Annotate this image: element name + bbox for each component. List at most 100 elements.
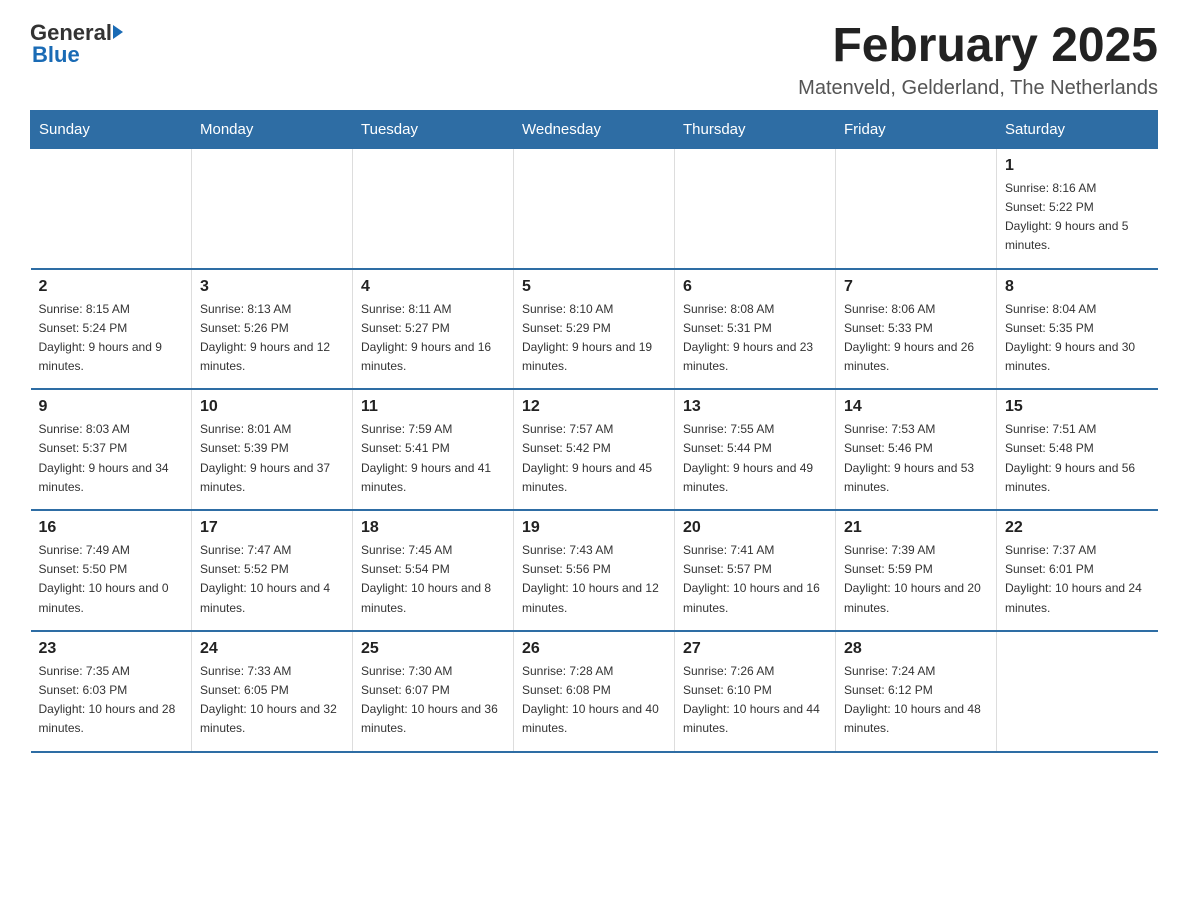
day-number: 1 bbox=[1005, 157, 1150, 175]
day-number: 8 bbox=[1005, 278, 1150, 296]
calendar-day-cell bbox=[514, 148, 675, 268]
calendar-day-cell: 9 Sunrise: 8:03 AM Sunset: 5:37 PM Daylig… bbox=[31, 389, 192, 510]
day-number: 22 bbox=[1005, 519, 1150, 537]
day-info: Sunrise: 8:03 AM Sunset: 5:37 PM Dayligh… bbox=[39, 420, 184, 497]
calendar-day-cell bbox=[997, 631, 1158, 752]
calendar-day-cell: 15Sunrise: 7:51 AM Sunset: 5:48 PM Dayli… bbox=[997, 389, 1158, 510]
day-info: Sunrise: 8:01 AM Sunset: 5:39 PM Dayligh… bbox=[200, 420, 344, 497]
title-block: February 2025 Matenveld, Gelderland, The… bbox=[798, 20, 1158, 100]
day-info: Sunrise: 7:49 AM Sunset: 5:50 PM Dayligh… bbox=[39, 541, 184, 618]
calendar-day-cell: 10Sunrise: 8:01 AM Sunset: 5:39 PM Dayli… bbox=[192, 389, 353, 510]
calendar-day-cell: 26 Sunrise: 7:28 AM Sunset: 6:08 PM Dayli… bbox=[514, 631, 675, 752]
day-info: Sunrise: 7:53 AM Sunset: 5:46 PM Dayligh… bbox=[844, 420, 988, 497]
day-info: Sunrise: 7:30 AM Sunset: 6:07 PM Dayligh… bbox=[361, 662, 505, 739]
calendar-day-cell: 8 Sunrise: 8:04 AM Sunset: 5:35 PM Daylig… bbox=[997, 269, 1158, 390]
day-number: 5 bbox=[522, 278, 666, 296]
day-info: Sunrise: 7:33 AM Sunset: 6:05 PM Dayligh… bbox=[200, 662, 344, 739]
calendar-day-cell bbox=[836, 148, 997, 268]
day-info: Sunrise: 7:55 AM Sunset: 5:44 PM Dayligh… bbox=[683, 420, 827, 497]
day-info: Sunrise: 7:43 AM Sunset: 5:56 PM Dayligh… bbox=[522, 541, 666, 618]
day-info: Sunrise: 8:08 AM Sunset: 5:31 PM Dayligh… bbox=[683, 300, 827, 377]
day-number: 12 bbox=[522, 398, 666, 416]
day-info: Sunrise: 8:16 AM Sunset: 5:22 PM Dayligh… bbox=[1005, 179, 1150, 256]
calendar-body: 1 Sunrise: 8:16 AM Sunset: 5:22 PM Daylig… bbox=[31, 148, 1158, 751]
day-number: 27 bbox=[683, 640, 827, 658]
calendar-day-cell: 3 Sunrise: 8:13 AM Sunset: 5:26 PM Daylig… bbox=[192, 269, 353, 390]
day-number: 14 bbox=[844, 398, 988, 416]
calendar-day-cell: 22Sunrise: 7:37 AM Sunset: 6:01 PM Dayli… bbox=[997, 510, 1158, 631]
calendar-day-cell bbox=[353, 148, 514, 268]
header-saturday: Saturday bbox=[997, 110, 1158, 148]
calendar-day-cell bbox=[675, 148, 836, 268]
day-number: 3 bbox=[200, 278, 344, 296]
calendar-day-cell: 21 Sunrise: 7:39 AM Sunset: 5:59 PM Dayli… bbox=[836, 510, 997, 631]
calendar-day-cell: 5 Sunrise: 8:10 AM Sunset: 5:29 PM Daylig… bbox=[514, 269, 675, 390]
day-info: Sunrise: 7:39 AM Sunset: 5:59 PM Dayligh… bbox=[844, 541, 988, 618]
page-title: February 2025 bbox=[798, 20, 1158, 73]
calendar-day-cell: 7 Sunrise: 8:06 AM Sunset: 5:33 PM Daylig… bbox=[836, 269, 997, 390]
day-info: Sunrise: 7:51 AM Sunset: 5:48 PM Dayligh… bbox=[1005, 420, 1150, 497]
logo-arrow-icon bbox=[113, 25, 123, 39]
calendar-day-cell: 23Sunrise: 7:35 AM Sunset: 6:03 PM Dayli… bbox=[31, 631, 192, 752]
day-number: 18 bbox=[361, 519, 505, 537]
calendar-day-cell: 13 Sunrise: 7:55 AM Sunset: 5:44 PM Dayli… bbox=[675, 389, 836, 510]
calendar-day-cell bbox=[192, 148, 353, 268]
calendar-week-row: 1 Sunrise: 8:16 AM Sunset: 5:22 PM Daylig… bbox=[31, 148, 1158, 268]
calendar-week-row: 9 Sunrise: 8:03 AM Sunset: 5:37 PM Daylig… bbox=[31, 389, 1158, 510]
day-number: 11 bbox=[361, 398, 505, 416]
calendar-week-row: 2Sunrise: 8:15 AM Sunset: 5:24 PM Daylig… bbox=[31, 269, 1158, 390]
day-info: Sunrise: 7:24 AM Sunset: 6:12 PM Dayligh… bbox=[844, 662, 988, 739]
day-number: 13 bbox=[683, 398, 827, 416]
day-info: Sunrise: 8:13 AM Sunset: 5:26 PM Dayligh… bbox=[200, 300, 344, 377]
page-subtitle: Matenveld, Gelderland, The Netherlands bbox=[798, 77, 1158, 100]
calendar-day-cell bbox=[31, 148, 192, 268]
day-number: 17 bbox=[200, 519, 344, 537]
day-number: 9 bbox=[39, 398, 184, 416]
calendar-day-cell: 6 Sunrise: 8:08 AM Sunset: 5:31 PM Daylig… bbox=[675, 269, 836, 390]
calendar-day-cell: 19 Sunrise: 7:43 AM Sunset: 5:56 PM Dayli… bbox=[514, 510, 675, 631]
calendar-day-cell: 14 Sunrise: 7:53 AM Sunset: 5:46 PM Dayli… bbox=[836, 389, 997, 510]
day-info: Sunrise: 7:57 AM Sunset: 5:42 PM Dayligh… bbox=[522, 420, 666, 497]
day-info: Sunrise: 7:47 AM Sunset: 5:52 PM Dayligh… bbox=[200, 541, 344, 618]
day-number: 20 bbox=[683, 519, 827, 537]
day-number: 6 bbox=[683, 278, 827, 296]
header-tuesday: Tuesday bbox=[353, 110, 514, 148]
day-info: Sunrise: 8:04 AM Sunset: 5:35 PM Dayligh… bbox=[1005, 300, 1150, 377]
day-info: Sunrise: 7:35 AM Sunset: 6:03 PM Dayligh… bbox=[39, 662, 184, 739]
day-number: 26 bbox=[522, 640, 666, 658]
logo: General Blue bbox=[30, 20, 123, 68]
calendar-day-cell: 20Sunrise: 7:41 AM Sunset: 5:57 PM Dayli… bbox=[675, 510, 836, 631]
header-friday: Friday bbox=[836, 110, 997, 148]
day-info: Sunrise: 8:10 AM Sunset: 5:29 PM Dayligh… bbox=[522, 300, 666, 377]
day-header-row: Sunday Monday Tuesday Wednesday Thursday… bbox=[31, 110, 1158, 148]
calendar-header: Sunday Monday Tuesday Wednesday Thursday… bbox=[31, 110, 1158, 148]
day-number: 28 bbox=[844, 640, 988, 658]
day-info: Sunrise: 7:59 AM Sunset: 5:41 PM Dayligh… bbox=[361, 420, 505, 497]
logo-blue-text: Blue bbox=[30, 42, 80, 68]
header-sunday: Sunday bbox=[31, 110, 192, 148]
calendar-day-cell: 16 Sunrise: 7:49 AM Sunset: 5:50 PM Dayli… bbox=[31, 510, 192, 631]
day-number: 19 bbox=[522, 519, 666, 537]
day-info: Sunrise: 7:26 AM Sunset: 6:10 PM Dayligh… bbox=[683, 662, 827, 739]
calendar-day-cell: 2Sunrise: 8:15 AM Sunset: 5:24 PM Daylig… bbox=[31, 269, 192, 390]
calendar-day-cell: 18Sunrise: 7:45 AM Sunset: 5:54 PM Dayli… bbox=[353, 510, 514, 631]
day-info: Sunrise: 8:11 AM Sunset: 5:27 PM Dayligh… bbox=[361, 300, 505, 377]
calendar-day-cell: 25 Sunrise: 7:30 AM Sunset: 6:07 PM Dayli… bbox=[353, 631, 514, 752]
day-info: Sunrise: 8:06 AM Sunset: 5:33 PM Dayligh… bbox=[844, 300, 988, 377]
calendar-week-row: 23Sunrise: 7:35 AM Sunset: 6:03 PM Dayli… bbox=[31, 631, 1158, 752]
calendar-day-cell: 28 Sunrise: 7:24 AM Sunset: 6:12 PM Dayli… bbox=[836, 631, 997, 752]
day-number: 7 bbox=[844, 278, 988, 296]
calendar-day-cell: 17 Sunrise: 7:47 AM Sunset: 5:52 PM Dayli… bbox=[192, 510, 353, 631]
day-number: 24 bbox=[200, 640, 344, 658]
calendar-day-cell: 24 Sunrise: 7:33 AM Sunset: 6:05 PM Dayli… bbox=[192, 631, 353, 752]
day-number: 21 bbox=[844, 519, 988, 537]
header-thursday: Thursday bbox=[675, 110, 836, 148]
page-header: General Blue February 2025 Matenveld, Ge… bbox=[30, 20, 1158, 100]
day-info: Sunrise: 7:28 AM Sunset: 6:08 PM Dayligh… bbox=[522, 662, 666, 739]
day-number: 25 bbox=[361, 640, 505, 658]
day-number: 16 bbox=[39, 519, 184, 537]
calendar-day-cell: 11 Sunrise: 7:59 AM Sunset: 5:41 PM Dayli… bbox=[353, 389, 514, 510]
header-monday: Monday bbox=[192, 110, 353, 148]
calendar-table: Sunday Monday Tuesday Wednesday Thursday… bbox=[30, 110, 1158, 753]
calendar-day-cell: 4Sunrise: 8:11 AM Sunset: 5:27 PM Daylig… bbox=[353, 269, 514, 390]
